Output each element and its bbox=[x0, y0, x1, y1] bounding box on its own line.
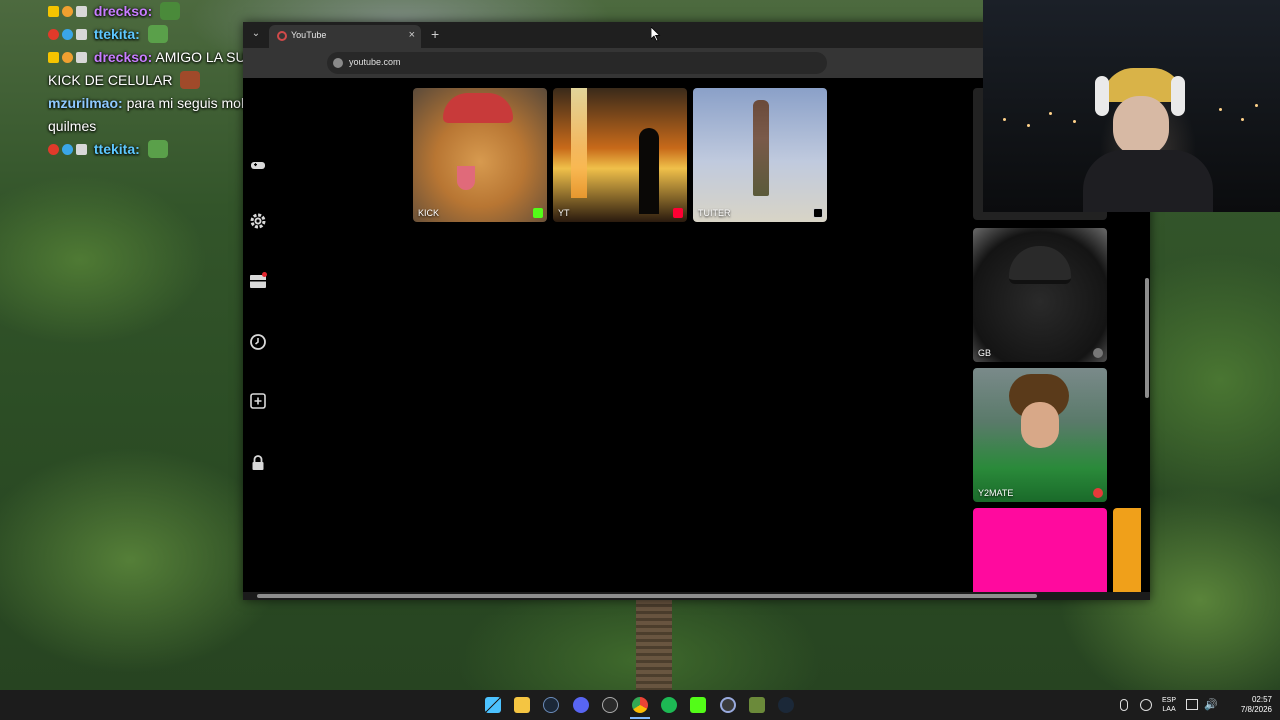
language-code: ESP bbox=[1162, 697, 1177, 704]
chat-username: ttekita: bbox=[93, 26, 140, 42]
emoji-badge-icon bbox=[62, 52, 73, 63]
face-emote-icon bbox=[180, 71, 201, 89]
add-box-icon[interactable] bbox=[249, 392, 267, 410]
check-badge-icon bbox=[76, 29, 87, 40]
history-icon[interactable] bbox=[249, 333, 267, 351]
active-app-indicator bbox=[630, 717, 650, 719]
lock-icon[interactable] bbox=[249, 454, 267, 472]
headphones-left-shape bbox=[1095, 76, 1109, 116]
horizontal-scrollbar[interactable] bbox=[243, 592, 1150, 600]
streamer-hoodie-shape bbox=[1083, 150, 1213, 212]
silhouette-shape bbox=[639, 128, 659, 214]
headphones-right-shape bbox=[1171, 76, 1185, 116]
language-indicator[interactable]: ESP LAA bbox=[1162, 696, 1176, 714]
address-bar[interactable]: youtube.com bbox=[327, 52, 827, 74]
tile-label: Y2MATE bbox=[978, 488, 1014, 498]
tab-youtube[interactable]: YouTube × bbox=[269, 25, 421, 48]
mouse-cursor-icon bbox=[651, 27, 661, 42]
chat-username: dreckso: bbox=[93, 49, 153, 65]
minecraft-icon[interactable] bbox=[749, 697, 765, 713]
tab-title: YouTube bbox=[291, 30, 327, 40]
tab-search-button[interactable]: ⌄ bbox=[249, 27, 263, 41]
new-tab-button[interactable]: + bbox=[431, 26, 439, 42]
crown-badge-icon bbox=[48, 6, 59, 17]
horizontal-scrollbar-thumb[interactable] bbox=[257, 594, 1037, 598]
webcam-overlay bbox=[983, 0, 1280, 212]
check-badge-icon bbox=[76, 6, 87, 17]
dog-tongue-shape bbox=[457, 166, 475, 190]
right-tile[interactable]: Y2MATE bbox=[973, 368, 1107, 502]
gear-icon[interactable] bbox=[249, 212, 267, 230]
wallpaper-bridge bbox=[636, 600, 672, 690]
chat-message: dreckso: bbox=[48, 0, 378, 23]
emoji-badge-icon bbox=[48, 144, 59, 155]
shortcut-tile[interactable]: TUITER bbox=[693, 88, 827, 222]
chrome-favicon-icon bbox=[277, 31, 287, 41]
emoji-badge-icon bbox=[48, 29, 59, 40]
chat-username: mzurilmao: bbox=[48, 95, 123, 111]
taskbar: ESP LAA 🔊 02:57 7/8/2026 bbox=[0, 690, 1280, 720]
right-tile[interactable]: GB bbox=[973, 228, 1107, 362]
chat-username: ttekita: bbox=[93, 141, 140, 157]
orange-tile[interactable] bbox=[1113, 508, 1141, 592]
crown-badge-icon bbox=[48, 52, 59, 63]
frog-emote-icon bbox=[160, 2, 181, 20]
gem-badge-icon bbox=[62, 29, 73, 40]
dog-cap-shape bbox=[443, 93, 513, 123]
tile-label: GB bbox=[978, 348, 992, 358]
frog-emote-icon bbox=[147, 140, 168, 158]
steam-2-icon[interactable] bbox=[778, 697, 794, 713]
shortcut-tile[interactable]: YT bbox=[553, 88, 687, 222]
chat-username: dreckso: bbox=[93, 3, 153, 19]
clock[interactable]: 02:57 7/8/2026 bbox=[1241, 695, 1272, 715]
fire-column-shape bbox=[571, 88, 587, 198]
volume-icon[interactable]: 🔊 bbox=[1204, 699, 1218, 711]
microphone-icon[interactable] bbox=[1120, 699, 1128, 711]
obs-icon[interactable] bbox=[602, 697, 618, 713]
globe-icon bbox=[1093, 348, 1103, 358]
site-info-icon[interactable] bbox=[333, 58, 343, 68]
gem-badge-icon bbox=[62, 144, 73, 155]
inbox-icon[interactable] bbox=[249, 272, 267, 290]
address-text[interactable]: youtube.com bbox=[349, 57, 401, 67]
steam-icon[interactable] bbox=[543, 697, 559, 713]
check-badge-icon bbox=[76, 144, 87, 155]
shortcut-label: TUITER bbox=[698, 208, 731, 218]
clock-time: 02:57 bbox=[1251, 695, 1272, 704]
region-code: LAA bbox=[1162, 706, 1176, 713]
kick-logo-icon bbox=[533, 208, 543, 218]
person-shape bbox=[753, 100, 769, 196]
shortcut-label: KICK bbox=[418, 208, 440, 218]
shortcut-tile[interactable]: KICK bbox=[413, 88, 547, 222]
frog-emote-icon bbox=[147, 25, 168, 43]
network-icon[interactable] bbox=[1140, 699, 1152, 711]
vertical-scrollbar-thumb[interactable] bbox=[1145, 278, 1149, 398]
youtube-logo-icon bbox=[673, 208, 683, 218]
face-shape bbox=[1021, 402, 1059, 448]
cat-cap-shape bbox=[1009, 246, 1071, 284]
spotify-icon[interactable] bbox=[661, 697, 677, 713]
start-windows-icon[interactable] bbox=[485, 697, 501, 713]
check-badge-icon bbox=[76, 52, 87, 63]
app-c-icon[interactable] bbox=[720, 697, 736, 713]
discord-icon[interactable] bbox=[573, 697, 589, 713]
streamer-face-shape bbox=[1113, 96, 1169, 156]
kick-icon[interactable] bbox=[690, 697, 706, 713]
clock-date: 7/8/2026 bbox=[1240, 705, 1272, 714]
file-explorer-icon[interactable] bbox=[514, 697, 530, 713]
shortcut-label: YT bbox=[558, 208, 570, 218]
x-logo-icon bbox=[813, 208, 823, 218]
y2mate-logo-icon bbox=[1093, 488, 1103, 498]
chrome-icon[interactable] bbox=[632, 697, 648, 713]
emoji-badge-icon bbox=[62, 6, 73, 17]
gamepad-icon[interactable] bbox=[249, 156, 267, 174]
close-tab-button[interactable]: × bbox=[409, 29, 415, 41]
pink-tile[interactable] bbox=[973, 508, 1107, 592]
display-icon[interactable] bbox=[1186, 699, 1198, 710]
